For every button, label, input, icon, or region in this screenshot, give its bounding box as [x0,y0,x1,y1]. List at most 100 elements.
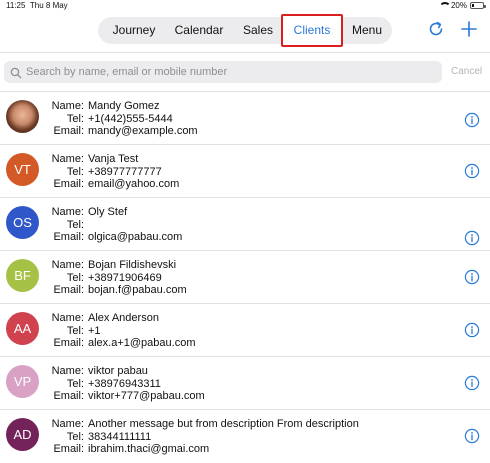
refresh-icon[interactable] [425,18,447,40]
name-label: Name: [51,312,84,324]
search-input[interactable] [26,61,436,83]
client-row[interactable]: Name: Mandy Gomez Tel: +1(442)555-5444 Email… [0,91,490,144]
tab-sales[interactable]: Sales [236,17,280,44]
client-avatar: AD [6,418,39,451]
client-avatar: BF [6,259,39,292]
tel-label: Tel: [66,218,84,231]
client-avatar: VP [6,365,39,398]
client-name-line: Name: Bojan Fildishevski [46,259,187,272]
tel-label: Tel: [66,112,84,125]
battery-icon [470,2,486,9]
info-icon[interactable] [464,269,480,285]
client-tel: +38971906469 [88,271,162,284]
client-email-line: Email: viktor+777@pabau.com [46,390,205,403]
client-tel: 38344111111 [88,430,152,443]
client-email-line: Email: email@yahoo.com [46,178,179,191]
tab-menu[interactable]: Menu [346,17,388,44]
client-name: viktor pabau [88,365,148,377]
client-name-line: Name: Vanja Test [46,153,179,166]
email-label: Email: [53,390,84,402]
tab-calendar[interactable]: Calendar [167,17,231,44]
client-tel-line: Tel: +38976943311 [46,378,205,391]
email-label: Email: [53,443,84,455]
tab-journey[interactable]: Journey [98,17,170,44]
name-label: Name: [51,418,84,430]
client-tel-line: Tel: +1 [46,325,196,338]
client-name-line: Name: viktor pabau [46,365,205,378]
client-email-line: Email: ibrahim.thaci@gmai.com [46,443,359,456]
email-label: Email: [53,337,84,349]
client-name: Oly Stef [88,206,128,218]
info-icon[interactable] [464,112,480,128]
client-email: email@yahoo.com [88,178,180,190]
name-label: Name: [51,153,84,165]
client-row[interactable]: VT Name: Vanja Test Tel: +38977777777 Email: e… [0,144,490,197]
client-details: Name: Oly Stef Tel: Email: olgica@pabau.com [46,206,183,244]
client-avatar: OS [6,206,39,239]
email-label: Email: [53,178,84,190]
wifi-icon [438,2,451,9]
client-name: Mandy Gomez [88,100,160,112]
status-indicators: 20% [438,1,486,10]
info-icon[interactable] [464,163,480,179]
client-email: bojan.f@pabau.com [88,284,187,296]
client-tel-line: Tel: +1(442)555-5444 [46,113,198,126]
client-email: ibrahim.thaci@gmai.com [88,443,210,455]
client-details: Name: Vanja Test Tel: +38977777777 Email: ema… [46,153,180,191]
tab-clients[interactable]: Clients [281,14,343,47]
client-tel: +38977777777 [88,165,162,178]
client-row[interactable]: AD Name: Another message but from descript… [0,409,490,462]
cancel-button[interactable]: Cancel [451,66,482,77]
client-name: Bojan Fildishevski [88,259,177,271]
client-tel-line: Tel: [46,219,182,232]
search-bar [4,61,442,83]
client-name: Another message but from description Fro… [88,418,359,430]
client-row[interactable]: VP Name: viktor pabau Tel: +38976943311 Email… [0,356,490,409]
client-row[interactable]: AA Name: Alex Anderson Tel: +1 Email: alex.a+1… [0,303,490,356]
name-label: Name: [51,259,84,271]
client-email-line: Email: bojan.f@pabau.com [46,284,187,297]
client-avatar: VT [6,153,39,186]
client-name-line: Name: Oly Stef [46,206,182,219]
client-row[interactable]: BF Name: Bojan Fildishevski Tel: +3897190646… [0,250,490,303]
client-details: Name: Bojan Fildishevski Tel: +38971906469 E… [46,259,187,297]
client-photo [6,100,39,133]
section-tabs: Journey Calendar Sales Clients Menu [98,14,392,47]
client-tel: +1 [88,324,101,337]
info-icon[interactable] [464,428,480,444]
client-email: alex.a+1@pabau.com [88,337,196,349]
client-row[interactable]: OS Name: Oly Stef Tel: Email: olgica@pabau.co… [0,197,490,250]
info-icon[interactable] [464,322,480,338]
status-bar: 11:25 Thu 8 May 20% [0,0,490,12]
info-icon[interactable] [464,375,480,391]
client-name: Vanja Test [88,153,139,165]
client-details: Name: Alex Anderson Tel: +1 Email: alex.a+1@p… [46,312,196,350]
client-name-line: Name: Alex Anderson [46,312,196,325]
email-label: Email: [53,284,84,296]
tel-label: Tel: [66,430,84,443]
client-details: Name: Mandy Gomez Tel: +1(442)555-5444 Email… [46,100,198,138]
client-tel-line: Tel: +38977777777 [46,166,179,179]
header-divider [0,52,490,53]
email-label: Email: [53,125,84,137]
client-email: mandy@example.com [88,125,198,137]
client-list: Name: Mandy Gomez Tel: +1(442)555-5444 Email… [0,91,490,462]
info-icon[interactable] [464,230,480,246]
tel-label: Tel: [66,324,84,337]
client-details: Name: viktor pabau Tel: +38976943311 Email: v… [46,365,205,403]
name-label: Name: [51,206,84,218]
client-email-line: Email: alex.a+1@pabau.com [46,337,196,350]
status-date: Thu 8 May [29,1,68,10]
client-tel-line: Tel: +38971906469 [46,272,187,285]
client-name-line: Name: Mandy Gomez [46,100,198,113]
battery-percent: 20% [450,1,467,10]
client-tel: +38976943311 [88,377,161,390]
client-tel: +1(442)555-5444 [88,112,173,125]
name-label: Name: [51,100,84,112]
tel-label: Tel: [66,377,84,390]
client-email: viktor+777@pabau.com [88,390,205,402]
plus-icon[interactable] [458,18,480,40]
client-name-line: Name: Another message but from descriptio… [46,418,359,431]
search-icon [10,66,22,79]
name-label: Name: [51,365,84,377]
